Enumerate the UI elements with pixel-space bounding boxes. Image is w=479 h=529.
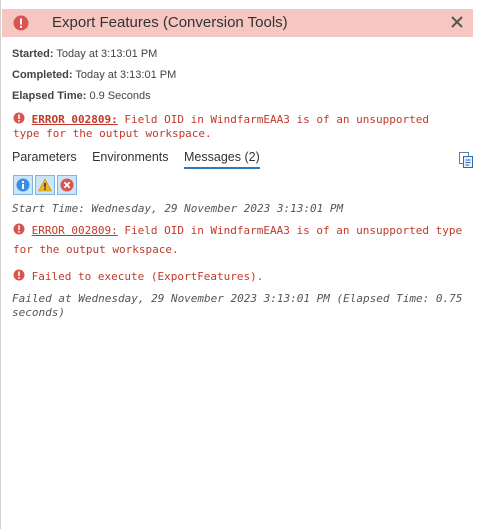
failed-at-text-continued: seconds)	[12, 306, 65, 319]
failed-text: Failed to execute (ExportFeatures).	[31, 270, 264, 283]
started-value: Today at 3:13:01 PM	[56, 48, 158, 60]
elapsed-value: 0.9 Seconds	[89, 90, 151, 102]
error-icon	[13, 112, 25, 124]
started-label: Started:	[12, 48, 54, 60]
completed-value: Today at 3:13:01 PM	[75, 69, 177, 81]
tool-result-panel: Export Features (Conversion Tools) Start…	[0, 0, 479, 529]
completed-row: Completed: Today at 3:13:01 PM	[12, 69, 176, 81]
elapsed-label: Elapsed Time:	[12, 90, 87, 102]
completed-label: Completed:	[12, 69, 73, 81]
close-icon[interactable]	[447, 12, 467, 32]
error-message: ERROR 002809: Field OID in WindfarmEAA3 …	[13, 223, 462, 257]
error-text-continued: for the output workspace.	[13, 243, 179, 256]
message-filters	[13, 175, 79, 195]
tab-messages[interactable]: Messages (2)	[184, 150, 260, 169]
tab-environments[interactable]: Environments	[92, 150, 168, 167]
warning-filter-button[interactable]	[35, 175, 55, 195]
failed-message: Failed to execute (ExportFeatures).	[13, 269, 263, 284]
error-text-continued: type for the output workspace.	[13, 127, 212, 140]
error-text: Field OID in WindfarmEAA3 is of an unsup…	[117, 113, 429, 126]
info-icon	[16, 178, 30, 192]
start-time-message: Start Time: Wednesday, 29 November 2023 …	[12, 202, 344, 215]
tab-parameters[interactable]: Parameters	[12, 150, 77, 167]
error-text: Field OID in WindfarmEAA3 is of an unsup…	[117, 224, 463, 237]
error-icon	[13, 15, 29, 31]
error-code-link[interactable]: ERROR 002809:	[32, 224, 118, 237]
summary-error: ERROR 002809: Field OID in WindfarmEAA3 …	[13, 112, 429, 141]
panel-title: Export Features (Conversion Tools)	[52, 14, 288, 31]
error-icon	[60, 178, 74, 192]
warning-icon	[38, 178, 52, 192]
info-filter-button[interactable]	[13, 175, 33, 195]
elapsed-row: Elapsed Time: 0.9 Seconds	[12, 90, 151, 102]
error-icon	[13, 269, 25, 281]
copy-icon[interactable]	[459, 152, 473, 168]
error-code-link[interactable]: ERROR 002809:	[32, 113, 118, 126]
panel-header: Export Features (Conversion Tools)	[2, 9, 473, 37]
failed-at-text: Failed at Wednesday, 29 November 2023 3:…	[12, 292, 463, 305]
error-icon	[13, 223, 25, 235]
started-row: Started: Today at 3:13:01 PM	[12, 48, 157, 60]
error-filter-button[interactable]	[57, 175, 77, 195]
result-tabs: Parameters Environments Messages (2)	[12, 150, 272, 172]
failed-at-message: Failed at Wednesday, 29 November 2023 3:…	[12, 292, 462, 320]
